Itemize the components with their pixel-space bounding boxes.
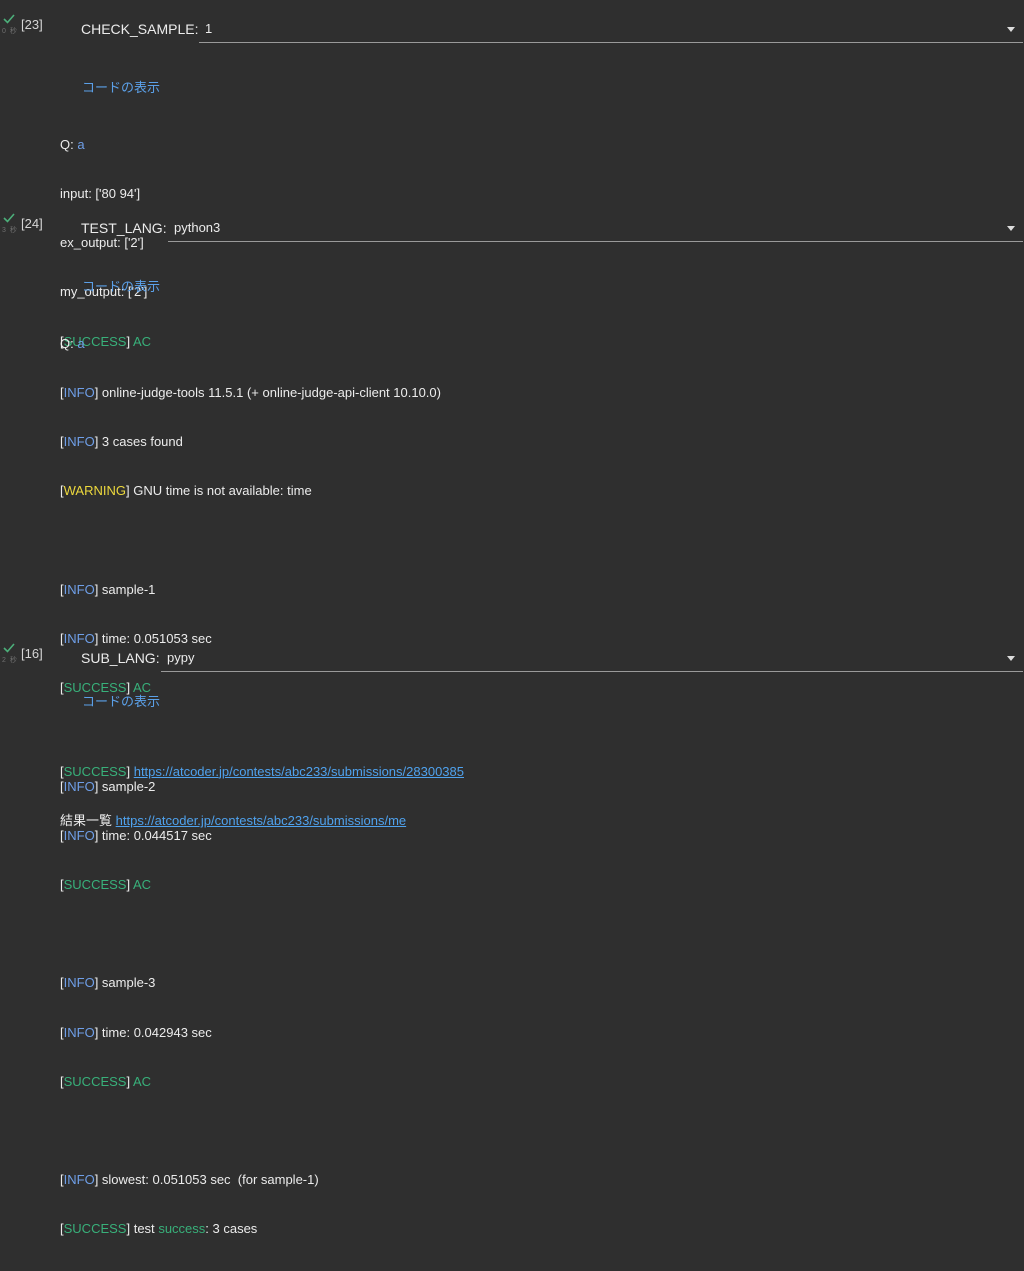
widget-label: TEST_LANG: [81, 220, 167, 236]
info-line: [INFO] time: 0.042943 sec [60, 1024, 212, 1040]
check-sample-widget: CHECK_SAMPLE: 1 [81, 16, 1023, 43]
select-value: 1 [205, 21, 213, 36]
info-line: [INFO] sample-3 [60, 975, 156, 991]
sub-lang-widget: SUB_LANG: pypy [81, 645, 1023, 672]
execution-count: [23] [21, 17, 43, 32]
chevron-down-icon [1007, 226, 1015, 231]
sub-lang-select[interactable]: pypy [161, 645, 1023, 672]
cell-gutter: 2 秒 [16] [0, 643, 60, 673]
status-line: [SUCCESS] AC [60, 877, 152, 893]
results-line: 結果一覧 https://atcoder.jp/contests/abc233/… [60, 813, 407, 829]
submission-link[interactable]: https://atcoder.jp/contests/abc233/submi… [134, 764, 464, 779]
select-value: pypy [167, 650, 195, 665]
results-link[interactable]: https://atcoder.jp/contests/abc233/submi… [116, 813, 407, 828]
widget-label: SUB_LANG: [81, 650, 160, 666]
show-code-link[interactable]: コードの表示 [82, 77, 160, 96]
test-lang-select[interactable]: python3 [168, 215, 1023, 242]
info-line: [INFO] 3 cases found [60, 434, 183, 450]
question-line: Q: a [60, 335, 85, 351]
check-icon [3, 213, 15, 223]
execution-count: [16] [21, 646, 43, 661]
submission-line: [SUCCESS] https://atcoder.jp/contests/ab… [60, 763, 464, 779]
info-line: [INFO] sample-1 [60, 581, 156, 597]
input-line: input: ['80 94'] [60, 186, 141, 202]
widget-label: CHECK_SAMPLE: [81, 21, 199, 37]
test-lang-widget: TEST_LANG: python3 [81, 215, 1023, 242]
execution-time: 2 秒 [2, 657, 18, 664]
cell-gutter: 3 秒 [24] [0, 213, 60, 243]
question-line: Q: a [60, 136, 85, 152]
check-icon [3, 14, 15, 24]
check-icon [3, 643, 15, 653]
check-sample-select[interactable]: 1 [199, 16, 1023, 43]
execution-time: 0 秒 [2, 28, 18, 35]
status-line: [SUCCESS] AC [60, 1073, 152, 1089]
cell-output: [SUCCESS] https://atcoder.jp/contests/ab… [60, 731, 464, 862]
cell-24: 3 秒 [24] TEST_LANG: python3 コードの表示 Q: a … [0, 213, 1024, 1236]
show-code-link[interactable]: コードの表示 [82, 276, 160, 295]
execution-count: [24] [21, 216, 43, 231]
warning-line: [WARNING] GNU time is not available: tim… [60, 483, 312, 499]
cell-gutter: 0 秒 [23] [0, 14, 60, 44]
cell-16: 2 秒 [16] SUB_LANG: pypy コードの表示 [SUCCESS]… [0, 643, 1024, 828]
execution-time: 3 秒 [2, 227, 18, 234]
show-code-link[interactable]: コードの表示 [82, 691, 160, 710]
chevron-down-icon [1007, 27, 1015, 32]
summary-line: [SUCCESS] test success: 3 cases [60, 1221, 258, 1237]
info-line: [INFO] online-judge-tools 11.5.1 (+ onli… [60, 385, 441, 401]
slowest-line: [INFO] slowest: 0.051053 sec (for sample… [60, 1172, 319, 1188]
select-value: python3 [174, 220, 221, 235]
cell-23: 0 秒 [23] CHECK_SAMPLE: 1 コードの表示 Q: a inp… [0, 14, 1024, 349]
chevron-down-icon [1007, 656, 1015, 661]
